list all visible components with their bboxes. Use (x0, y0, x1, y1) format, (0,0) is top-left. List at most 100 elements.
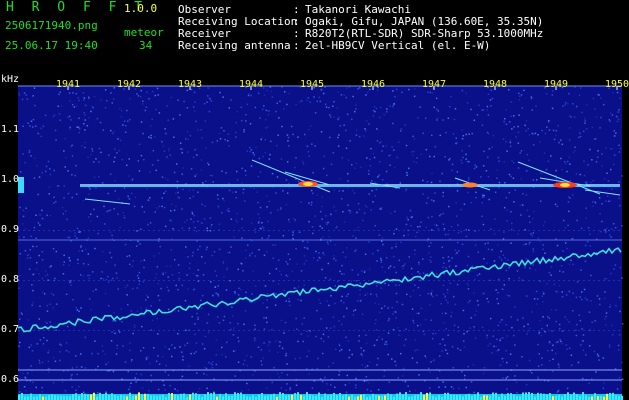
spectrum-bar (306, 392, 308, 400)
spectrum-bar (435, 396, 437, 400)
spectrum-bar (114, 394, 116, 400)
version-label: 1.0.0 (124, 2, 158, 15)
spectrogram-plot (17, 85, 624, 400)
spectrum-bar (405, 392, 407, 400)
spectrum-bar (69, 396, 71, 400)
antenna-key: Receiving antenna (178, 39, 291, 52)
spectrum-bar (138, 392, 140, 400)
spectrum-bar (459, 395, 461, 400)
spectrum-bar (39, 394, 41, 400)
y-tick-label: 1.0 (1, 174, 20, 185)
spectrum-bar (429, 392, 431, 400)
spectrum-bar (375, 394, 377, 400)
spectrum-bar (582, 392, 584, 400)
spectrum-bar (501, 393, 503, 400)
spectrum-bar (510, 393, 512, 400)
spectrum-bar (183, 393, 185, 400)
spectrum-bar (462, 396, 464, 400)
spectrum-bar (231, 395, 233, 400)
spectrum-bar (282, 393, 284, 400)
spectrum-bar (78, 395, 80, 400)
antenna-colon: : (293, 39, 300, 52)
spectrum-bar (507, 393, 509, 400)
spectrum-bar (558, 394, 560, 400)
spectrum-bar (294, 393, 296, 400)
spectrum-bar (189, 394, 191, 400)
spectrum-bar (414, 394, 416, 400)
spectrum-bar (357, 396, 359, 400)
spectrum-bar (291, 394, 293, 400)
spectrum-bar (180, 393, 182, 400)
y-tick-label: 0.7 (1, 324, 20, 335)
y-tick-label: 0.6 (1, 374, 20, 385)
spectrum-bar (24, 396, 26, 400)
spectrum-bar (411, 396, 413, 400)
spectrum-bar (63, 395, 65, 400)
spectrum-bar (363, 394, 365, 400)
spectrum-bar (228, 395, 230, 400)
spectrum-bar (315, 395, 317, 400)
y-tick-label: 1.1 (1, 124, 20, 135)
spectrum-bar (339, 393, 341, 400)
spectrum-bar (615, 395, 617, 400)
spectrum-bar (489, 395, 491, 400)
spectrum-bar (267, 395, 269, 400)
spectrum-bar (207, 392, 209, 400)
spectrum-bar (348, 396, 350, 400)
spectrum-bar (447, 392, 449, 400)
spectrum-bar (561, 396, 563, 400)
spectrum-bar (453, 394, 455, 400)
spectrum-bar (573, 392, 575, 400)
timestamp-label: 25.06.17 19:40 (5, 39, 98, 52)
spectrum-bar (171, 393, 173, 400)
spectrum-bar (75, 393, 77, 400)
spectrum-bar (606, 393, 608, 400)
spectrum-bar (105, 392, 107, 400)
spectrum-bar (258, 394, 260, 400)
spectrum-bar (147, 393, 149, 400)
spectrum-bar (396, 393, 398, 400)
spectrum-bar (264, 395, 266, 400)
spectrum-bar (312, 395, 314, 400)
spectrum-bar (108, 395, 110, 400)
spectrum-bar (60, 395, 62, 400)
spectrum-bar (576, 394, 578, 400)
spectrum-bar (135, 395, 137, 400)
spectrum-bar (48, 395, 50, 400)
meteor-head (462, 182, 478, 188)
spectrum-bar (351, 394, 353, 400)
spectrum-bar (141, 394, 143, 400)
meteor-head-core (303, 182, 313, 186)
spectrum-bar (522, 392, 524, 400)
spectrum-bar (132, 395, 134, 400)
spectrum-bar (156, 395, 158, 400)
spectrum-bar (93, 392, 95, 400)
spectrum-bar (609, 392, 611, 400)
spectrum-bar (309, 394, 311, 400)
spectrum-bar (483, 395, 485, 400)
spectrum-bar (390, 394, 392, 400)
spectrum-bar (153, 395, 155, 400)
spectrum-bar (537, 392, 539, 400)
spectrum-bar (246, 396, 248, 400)
spectrum-bar (531, 392, 533, 400)
x-tick-label: 1945 (300, 79, 325, 90)
spectrum-bar (237, 392, 239, 400)
spectrum-bar (621, 395, 623, 400)
spectrum-bar (168, 393, 170, 400)
spectrum-bar (345, 394, 347, 400)
spectrum-bar (417, 394, 419, 400)
spectrum-bar (597, 396, 599, 400)
spectrum-bar (450, 394, 452, 400)
spectrum-bar (468, 393, 470, 400)
spectrum-bar (570, 394, 572, 400)
spectrum-bar (543, 393, 545, 400)
spectrum-bar (549, 393, 551, 400)
spectrum-bar (384, 395, 386, 400)
x-tick-label: 1943 (178, 79, 203, 90)
spectrum-bar (399, 392, 401, 400)
spectrum-bar (444, 392, 446, 400)
spectrum-bar (330, 394, 332, 400)
spectrum-bar (555, 395, 557, 400)
spectrum-bar (243, 394, 245, 400)
